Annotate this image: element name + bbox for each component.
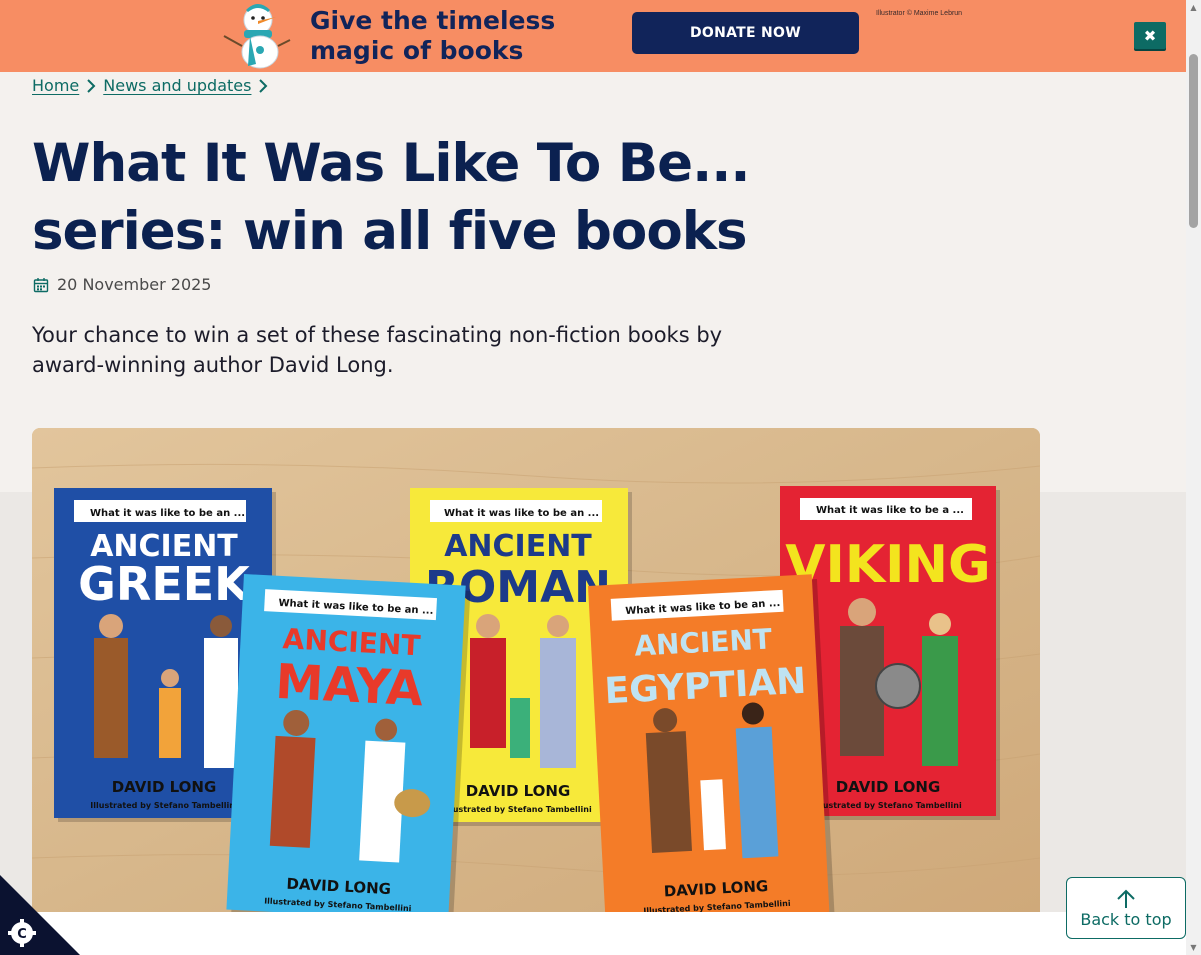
page-scrollbar[interactable]: ▲ ▼: [1186, 0, 1201, 955]
book-series-label: What it was like to be a ...: [816, 505, 964, 516]
scroll-up-arrow-icon[interactable]: ▲: [1186, 0, 1201, 15]
book-series-label: What it was like to be an ...: [90, 508, 245, 519]
publish-date: 20 November 2025: [33, 275, 211, 294]
page-footer-strip: [0, 912, 1186, 955]
svg-text:C: C: [17, 927, 27, 942]
book-title-line: ANCIENT: [444, 529, 592, 564]
close-icon: ✖: [1143, 26, 1157, 45]
banner-headline: Give the timeless magic of books: [310, 6, 556, 65]
close-banner-button[interactable]: ✖: [1134, 22, 1166, 49]
book-author: DAVID LONG: [466, 782, 571, 800]
cookie-settings-button[interactable]: C: [0, 875, 80, 955]
article-intro: Your chance to win a set of these fascin…: [32, 323, 723, 377]
date-text: 20 November 2025: [57, 275, 212, 294]
chevron-right-icon: [79, 78, 103, 93]
arrow-up-icon: [1117, 889, 1135, 908]
book-author: DAVID LONG: [836, 778, 941, 796]
back-to-top-button[interactable]: Back to top: [1066, 877, 1186, 939]
scrollbar-thumb[interactable]: [1189, 54, 1198, 228]
chevron-right-icon: [251, 78, 275, 93]
book-title-line: GREEK: [78, 557, 252, 611]
snowman-illustration-icon: [223, 4, 291, 69]
donate-now-button[interactable]: DONATE NOW: [632, 12, 859, 54]
book-illustrator: Illustrated by Stefano Tambellini: [814, 801, 962, 810]
book-ancient-egyptian: What it was like to be an ... ANCIENT EG…: [588, 574, 835, 912]
book-illustrator: Illustrated by Stefano Tambellini: [444, 805, 592, 814]
illustrator-credit: Illustrator © Maxime Lebrun: [876, 10, 963, 17]
hero-image: What it was like to be an ... ANCIENT GR…: [32, 428, 1040, 912]
book-title-line: MAYA: [274, 654, 424, 718]
breadcrumb: Home News and updates: [32, 76, 275, 95]
calendar-icon: [33, 277, 49, 292]
book-author: DAVID LONG: [112, 778, 217, 796]
book-series-label: What it was like to be an ...: [444, 508, 599, 519]
back-to-top-label: Back to top: [1080, 909, 1172, 929]
scroll-down-arrow-icon[interactable]: ▼: [1186, 940, 1201, 955]
book-illustrator: Illustrated by Stefano Tambellini: [90, 801, 238, 810]
book-ancient-maya: What it was like to be an ... ANCIENT MA…: [226, 574, 471, 912]
donate-banner: Give the timeless magic of books DONATE …: [0, 0, 1186, 72]
page-title: What It Was Like To Be... series: win al…: [32, 133, 750, 262]
breadcrumb-home-link[interactable]: Home: [32, 76, 79, 95]
breadcrumb-news-link[interactable]: News and updates: [103, 76, 251, 95]
